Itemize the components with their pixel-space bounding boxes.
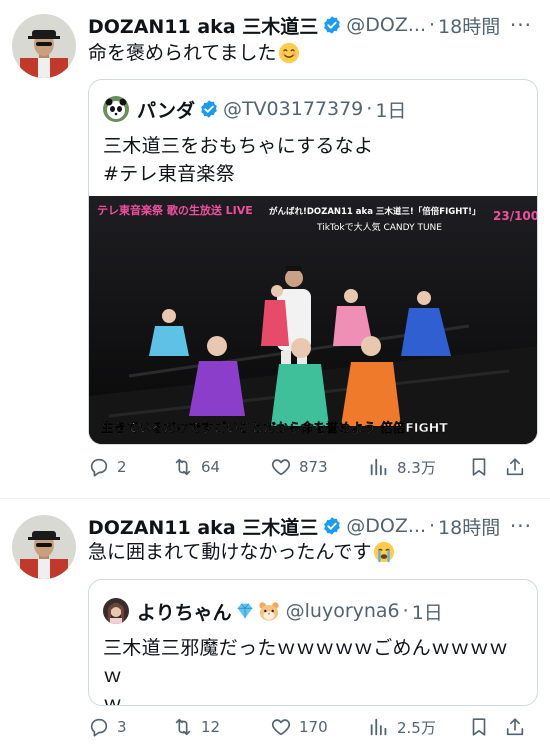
retweet-button[interactable]: 12: [172, 716, 270, 738]
quoted-text-line: 三木道三をおもちゃにするなよ: [103, 135, 374, 157]
reply-button[interactable]: 2: [88, 456, 172, 478]
separator: ·: [402, 600, 409, 622]
tweet-actions: 2 64 873 8.3万: [88, 452, 538, 482]
like-count: 873: [299, 458, 328, 476]
heart-icon: [271, 459, 291, 476]
heart-icon: [271, 719, 291, 736]
tweet-text-content: 命を褒められてました: [88, 42, 277, 64]
quoted-tweet-header: パンダ @TV03177379 · 1日: [103, 94, 527, 124]
view-count: 2.5万: [397, 718, 436, 737]
more-options-icon[interactable]: ···: [510, 13, 536, 37]
quoted-author-avatar: [103, 598, 129, 624]
smiling-face-emoji-icon: [279, 42, 300, 64]
tweet-actions: 3 12 170 2.5万: [88, 712, 538, 742]
retweet-count: 64: [201, 458, 221, 476]
author-name[interactable]: DOZAN11 aka 三木道三: [88, 12, 318, 39]
retweet-count: 12: [201, 718, 221, 736]
quoted-author-handle: @TV03177379: [222, 98, 364, 120]
like-button[interactable]: 873: [270, 456, 368, 478]
tweet-header: DOZAN11 aka 三木道三 @DOZ... · 18時間 ···: [88, 10, 536, 40]
reply-count: 3: [117, 718, 127, 736]
separator: ·: [429, 515, 436, 537]
analytics-icon: [370, 458, 387, 476]
tweet[interactable]: DOZAN11 aka 三木道三 @DOZ... · 18時間 ··· 急に囲ま…: [0, 499, 550, 750]
more-options-icon[interactable]: ···: [510, 514, 536, 538]
reply-icon: [90, 458, 108, 477]
video-subtitle: 生きているだけですごいことだから命を誉めよう 倍倍FIGHT: [101, 420, 448, 435]
bookmark-button[interactable]: [468, 456, 504, 478]
verified-badge-icon: [324, 517, 341, 535]
views-button[interactable]: 8.3万: [368, 456, 468, 478]
caption-top: がんばれ!DOZAN11 aka 三木道三!「倍倍FIGHT!」: [269, 206, 481, 217]
author-avatar[interactable]: [12, 14, 76, 78]
quoted-timestamp: 1日: [411, 601, 443, 624]
quoted-tweet[interactable]: よりちゃん @luyoryna6 · 1日 三木道三邪魔だったｗｗｗｗｗごめんｗ…: [88, 579, 538, 706]
bookmark-icon: [472, 458, 486, 476]
diamond-emoji-icon: [237, 603, 252, 619]
hashtag-link[interactable]: #テレ東音楽祭: [103, 160, 523, 188]
reply-icon: [90, 718, 108, 737]
bookmark-icon: [472, 718, 486, 736]
view-count: 8.3万: [397, 458, 436, 477]
quoted-text-line: ｗ: [103, 693, 123, 706]
author-avatar[interactable]: [12, 515, 76, 579]
quoted-timestamp: 1日: [375, 99, 407, 122]
broadcast-logo: テレ東音楽祭 歌の生放送 LIVE: [97, 203, 253, 217]
caption-mid: TikTokで大人気 CANDY TUNE: [316, 221, 442, 233]
quoted-text-line: 三木道三邪魔だったｗｗｗｗｗごめんｗｗｗｗｗ: [103, 637, 509, 687]
share-button[interactable]: [504, 716, 526, 738]
tweet-text-content: 急に囲まれて動けなかったんです: [88, 541, 372, 563]
separator: ·: [429, 14, 436, 36]
reply-button[interactable]: 3: [88, 716, 172, 738]
tweet[interactable]: DOZAN11 aka 三木道三 @DOZ... · 18時間 ··· 命を褒め…: [0, 0, 550, 498]
tweet-text: 急に囲まれて動けなかったんです: [88, 539, 536, 565]
crying-face-emoji-icon: [374, 541, 395, 563]
timestamp[interactable]: 18時間: [438, 513, 500, 540]
author-name[interactable]: DOZAN11 aka 三木道三: [88, 513, 318, 540]
quoted-tweet-text: 三木道三をおもちゃにするなよ #テレ東音楽祭: [103, 132, 523, 188]
share-icon: [506, 718, 524, 736]
separator: ·: [366, 98, 373, 120]
author-handle[interactable]: @DOZ...: [346, 14, 426, 36]
retweet-icon: [175, 458, 191, 476]
hamster-emoji-icon: [259, 602, 279, 621]
quoted-tweet[interactable]: パンダ @TV03177379 · 1日 三木道三をおもちゃにするなよ #テレ東…: [88, 79, 538, 445]
timestamp[interactable]: 18時間: [438, 12, 500, 39]
share-icon: [506, 458, 524, 476]
quoted-author-avatar: [103, 96, 129, 122]
reply-count: 2: [117, 458, 127, 476]
quoted-author-name: よりちゃん: [137, 601, 232, 624]
verified-badge-icon: [324, 16, 341, 34]
tweet-header: DOZAN11 aka 三木道三 @DOZ... · 18時間 ···: [88, 511, 536, 541]
quoted-tweet-header: よりちゃん @luyoryna6 · 1日: [103, 596, 527, 626]
analytics-icon: [370, 718, 387, 736]
like-button[interactable]: 170: [270, 716, 368, 738]
verified-badge-icon: [201, 100, 217, 118]
retweet-button[interactable]: 64: [172, 456, 270, 478]
author-handle[interactable]: @DOZ...: [346, 515, 426, 537]
bookmark-button[interactable]: [468, 716, 504, 738]
quoted-video[interactable]: テレ東音楽祭 歌の生放送 LIVE がんばれ!DOZAN11 aka 三木道三!…: [89, 196, 537, 444]
video-frame: テレ東音楽祭 歌の生放送 LIVE がんばれ!DOZAN11 aka 三木道三!…: [89, 196, 537, 444]
retweet-icon: [175, 718, 191, 736]
quoted-author-handle: @luyoryna6: [285, 600, 400, 622]
quoted-author-name: パンダ: [137, 99, 195, 122]
counter-label: 23/100: [493, 209, 537, 223]
like-count: 170: [299, 718, 328, 736]
views-button[interactable]: 2.5万: [368, 716, 468, 738]
quoted-tweet-text: 三木道三邪魔だったｗｗｗｗｗごめんｗｗｗｗｗ ｗ: [103, 634, 523, 706]
share-button[interactable]: [504, 456, 526, 478]
tweet-text: 命を褒められてました: [88, 40, 536, 66]
